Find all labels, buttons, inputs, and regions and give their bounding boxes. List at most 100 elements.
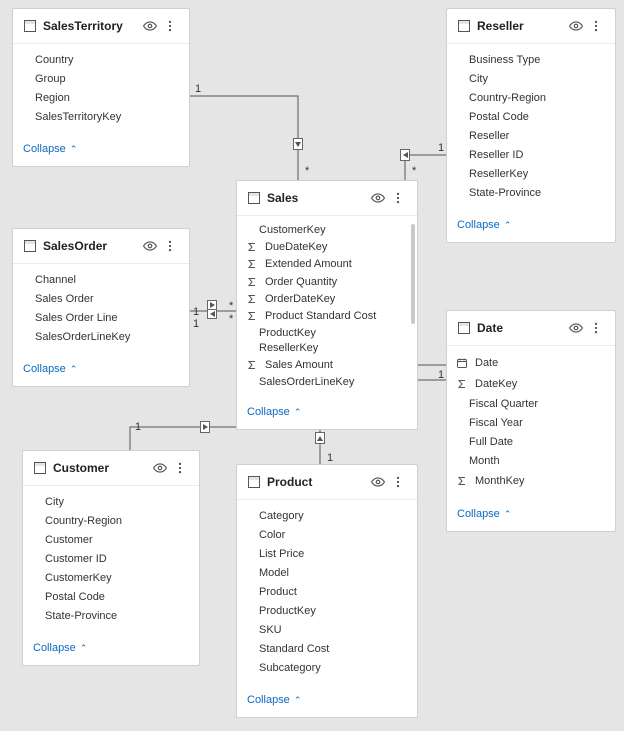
field-row[interactable]: State-Province (455, 185, 607, 201)
field-row[interactable]: Sales Order (21, 291, 181, 307)
field-row[interactable]: Full Date (455, 434, 607, 450)
more-menu-icon[interactable] (587, 17, 605, 35)
table-icon (33, 461, 47, 475)
chevron-up-icon: ⌃ (294, 407, 302, 418)
visibility-toggle-icon[interactable] (369, 473, 387, 491)
more-menu-icon[interactable] (587, 319, 605, 337)
scrollbar-thumb[interactable] (411, 224, 415, 324)
field-row[interactable]: ResellerKey (245, 342, 409, 355)
field-row[interactable]: Reseller (455, 128, 607, 144)
sigma-icon (245, 292, 259, 306)
field-row[interactable]: List Price (245, 546, 409, 562)
field-row[interactable]: Country-Region (31, 513, 191, 529)
field-row[interactable]: DateKey (455, 375, 607, 393)
table-card-date[interactable]: Date Date DateKey Fiscal Quarter Fiscal Yea… (446, 310, 616, 532)
table-card-salesorder[interactable]: SalesOrder Channel Sales Order Sales Order… (12, 228, 190, 387)
table-header[interactable]: Date (447, 311, 615, 346)
field-label: State-Province (469, 187, 603, 199)
field-row[interactable]: ProductKey (245, 326, 409, 339)
field-row[interactable]: SalesOrderLineKey (21, 329, 181, 345)
visibility-toggle-icon[interactable] (369, 189, 387, 207)
field-row[interactable]: Postal Code (31, 589, 191, 605)
field-row[interactable]: SKU (245, 622, 409, 638)
table-header[interactable]: Product (237, 465, 417, 500)
field-row[interactable]: Date (455, 354, 607, 372)
table-card-reseller[interactable]: Reseller Business Type City Country-Region… (446, 8, 616, 243)
visibility-toggle-icon[interactable] (567, 17, 585, 35)
field-row[interactable]: Channel (21, 272, 181, 288)
table-header[interactable]: SalesOrder (13, 229, 189, 264)
table-header[interactable]: Customer (23, 451, 199, 486)
field-row[interactable]: Product Standard Cost (245, 309, 409, 323)
collapse-link[interactable]: Collapse ⌃ (247, 406, 301, 418)
more-menu-icon[interactable] (389, 473, 407, 491)
field-row[interactable]: MonthKey (455, 472, 607, 490)
more-menu-icon[interactable] (161, 17, 179, 35)
table-card-customer[interactable]: Customer City Country-Region Customer Custo… (22, 450, 200, 666)
visibility-toggle-icon[interactable] (567, 319, 585, 337)
table-header[interactable]: Reseller (447, 9, 615, 44)
field-row[interactable]: SalesTerritoryKey (21, 109, 181, 125)
field-row[interactable]: Business Type (455, 52, 607, 68)
table-header[interactable]: SalesTerritory (13, 9, 189, 44)
field-row[interactable]: Reseller ID (455, 147, 607, 163)
field-row[interactable]: Standard Cost (245, 641, 409, 657)
diagram-canvas[interactable]: 1 * 1 * 1 * * 1 1 * 1 * 1 * * SalesTerri… (0, 0, 624, 731)
field-row[interactable]: Postal Code (455, 109, 607, 125)
field-row[interactable]: SalesOrderLineKey (245, 375, 409, 388)
field-row[interactable]: Color (245, 527, 409, 543)
collapse-link[interactable]: Collapse ⌃ (23, 143, 77, 155)
table-card-sales[interactable]: Sales CustomerKey DueDateKey Extended Amou… (236, 180, 418, 430)
field-row[interactable]: Customer ID (31, 551, 191, 567)
field-row[interactable]: City (455, 71, 607, 87)
field-row[interactable]: Group (21, 71, 181, 87)
field-label: SKU (259, 624, 405, 636)
field-row[interactable]: CustomerKey (245, 224, 409, 237)
field-list: Channel Sales Order Sales Order Line SalesO… (13, 264, 189, 351)
visibility-toggle-icon[interactable] (151, 459, 169, 477)
field-row[interactable]: Customer (31, 532, 191, 548)
field-row[interactable]: Extended Amount (245, 257, 409, 271)
collapse-link[interactable]: Collapse ⌃ (457, 219, 511, 231)
visibility-toggle-icon[interactable] (141, 17, 159, 35)
field-label: Group (35, 73, 177, 85)
table-icon (457, 19, 471, 33)
field-label: Date (475, 357, 603, 369)
field-row[interactable]: Fiscal Year (455, 415, 607, 431)
field-row[interactable]: Model (245, 565, 409, 581)
collapse-link[interactable]: Collapse ⌃ (33, 642, 87, 654)
field-row[interactable]: OrderDateKey (245, 292, 409, 306)
visibility-toggle-icon[interactable] (141, 237, 159, 255)
field-row[interactable]: Order Quantity (245, 274, 409, 288)
field-row[interactable]: City (31, 494, 191, 510)
field-row[interactable]: Fiscal Quarter (455, 396, 607, 412)
field-row[interactable]: State-Province (31, 608, 191, 624)
collapse-link[interactable]: Collapse ⌃ (247, 694, 301, 706)
collapse-link[interactable]: Collapse ⌃ (457, 508, 511, 520)
field-row[interactable]: ProductKey (245, 603, 409, 619)
field-row[interactable]: Country (21, 52, 181, 68)
field-row[interactable]: Region (21, 90, 181, 106)
field-row[interactable]: Sales Amount (245, 358, 409, 372)
table-header[interactable]: Sales (237, 181, 417, 216)
table-card-product[interactable]: Product Category Color List Price Model Prod… (236, 464, 418, 718)
field-label: City (469, 73, 603, 85)
field-label: SalesOrderLineKey (259, 376, 405, 388)
field-row[interactable]: Country-Region (455, 90, 607, 106)
more-menu-icon[interactable] (171, 459, 189, 477)
more-menu-icon[interactable] (389, 189, 407, 207)
field-row[interactable]: Sales Order Line (21, 310, 181, 326)
field-row[interactable]: DueDateKey (245, 240, 409, 254)
field-row[interactable]: ResellerKey (455, 166, 607, 182)
cardinality-label: 1 (438, 369, 444, 381)
field-row[interactable]: Subcategory (245, 660, 409, 676)
chevron-up-icon: ⌃ (294, 695, 302, 706)
field-row[interactable]: Month (455, 453, 607, 469)
field-row[interactable]: Category (245, 508, 409, 524)
sigma-icon (455, 474, 469, 488)
field-row[interactable]: Product (245, 584, 409, 600)
more-menu-icon[interactable] (161, 237, 179, 255)
collapse-link[interactable]: Collapse ⌃ (23, 363, 77, 375)
field-row[interactable]: CustomerKey (31, 570, 191, 586)
table-card-salesterritory[interactable]: SalesTerritory Country Group Region SalesTe… (12, 8, 190, 167)
